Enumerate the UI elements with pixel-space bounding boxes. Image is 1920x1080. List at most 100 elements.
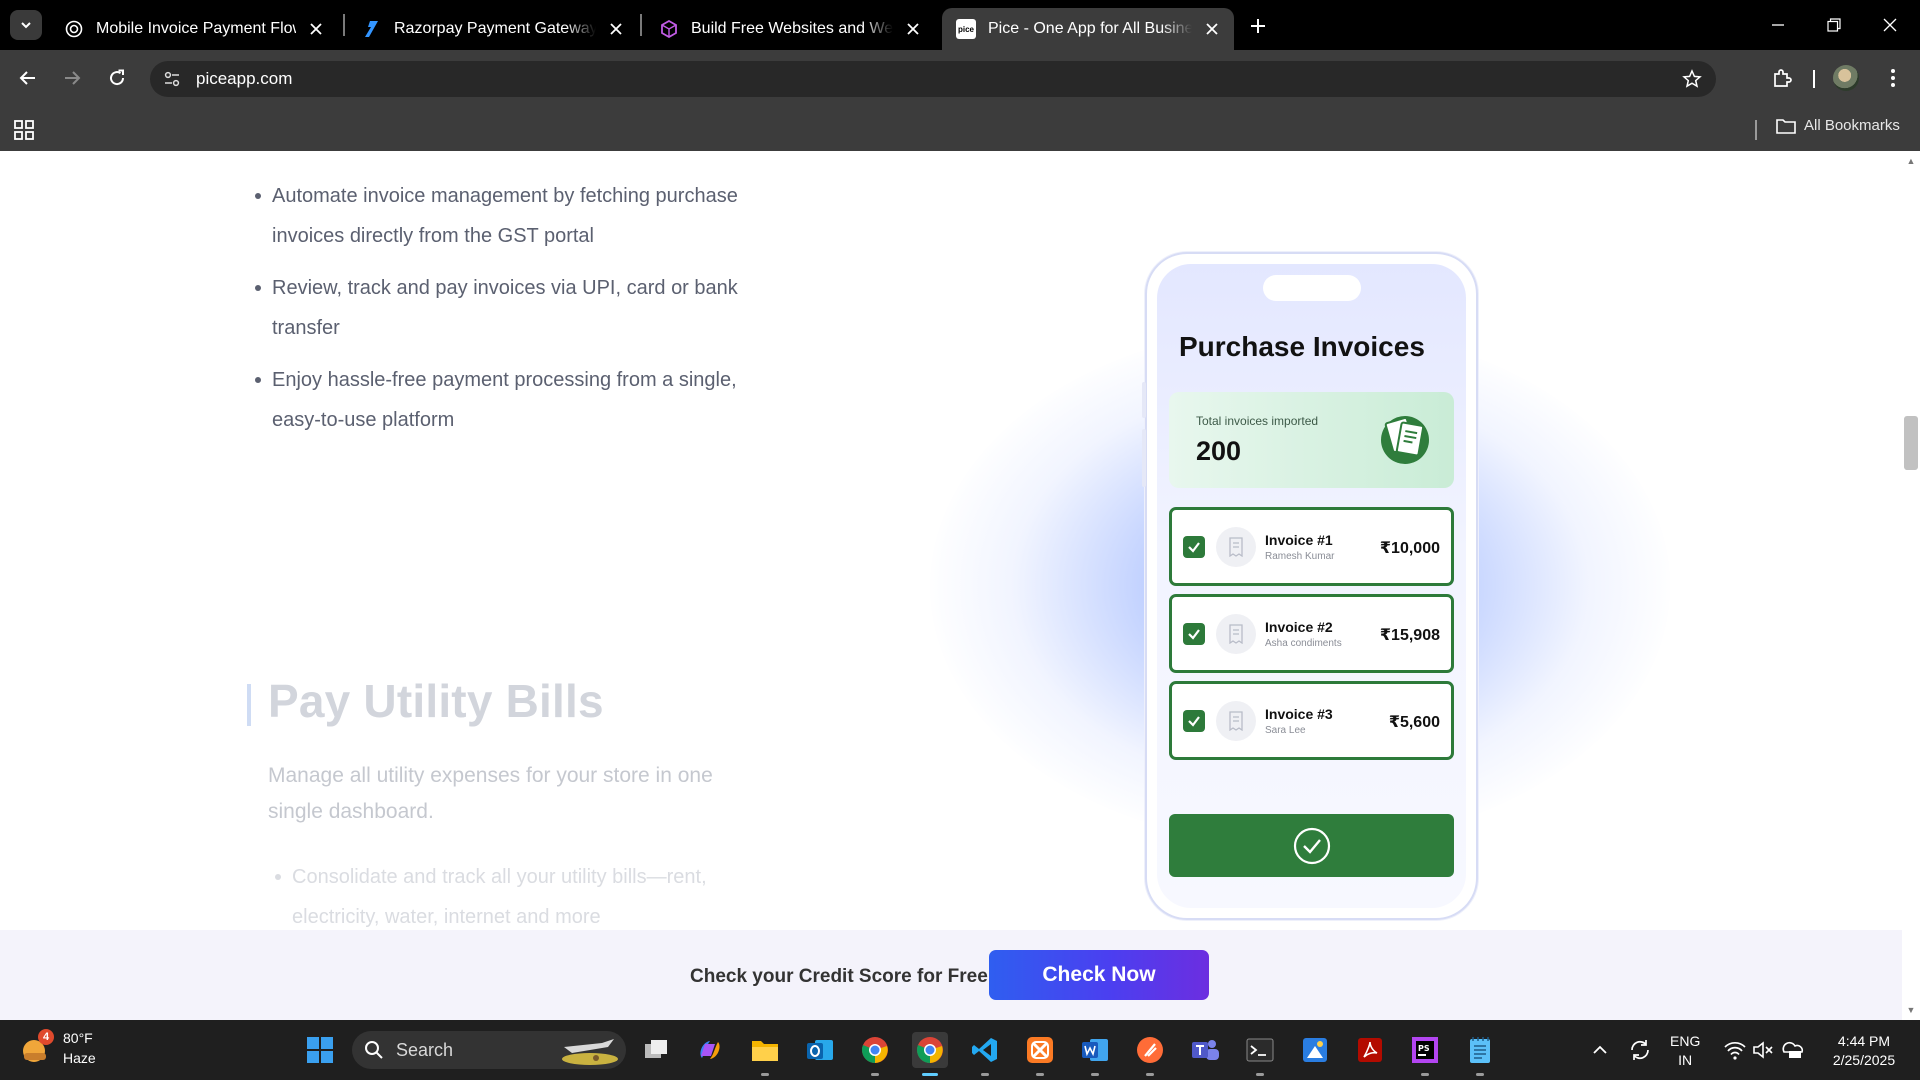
tab-mobile-invoice[interactable]: Mobile Invoice Payment Flow xyxy=(50,8,338,50)
language-bottom: IN xyxy=(1678,1052,1693,1068)
language-top: ENG xyxy=(1670,1033,1701,1049)
checkbox-checked-icon[interactable] xyxy=(1183,710,1205,732)
invoice-card[interactable]: Invoice #3 Sara Lee ₹5,600 xyxy=(1169,681,1454,760)
tab-build-websites[interactable]: Build Free Websites and Webapps xyxy=(645,8,935,50)
terminal-icon[interactable] xyxy=(1242,1032,1278,1076)
site-info-icon[interactable] xyxy=(162,69,182,89)
battery-icon[interactable] xyxy=(1775,1032,1811,1068)
purchase-invoices-title: Purchase Invoices xyxy=(1179,331,1425,362)
running-indicator xyxy=(1091,1073,1099,1076)
banner-text: Check your Credit Score for Free xyxy=(690,966,988,987)
chrome-icon[interactable] xyxy=(857,1032,893,1076)
invoice-name: Invoice #1 xyxy=(1265,532,1333,548)
xampp-icon[interactable] xyxy=(1022,1032,1058,1076)
paint-icon[interactable] xyxy=(1297,1032,1333,1068)
clock-date: 2/25/2025 xyxy=(1832,1052,1896,1068)
phone-screen: Purchase Invoices Total invoices importe… xyxy=(1157,264,1466,908)
postman-icon[interactable] xyxy=(1132,1032,1168,1076)
receipt-icon xyxy=(1216,614,1256,654)
bookmarks-divider xyxy=(1755,120,1757,140)
folder-icon xyxy=(1776,118,1796,134)
page-content: Automate invoice management by fetching … xyxy=(0,151,1920,1020)
weather-condition: Haze xyxy=(63,1050,96,1066)
invoice-card[interactable]: Invoice #1 Ramesh Kumar ₹10,000 xyxy=(1169,507,1454,586)
forward-button[interactable] xyxy=(56,62,88,94)
new-tab-button[interactable] xyxy=(1244,12,1272,40)
invoice-card[interactable]: Invoice #2 Asha condiments ₹15,908 xyxy=(1169,594,1454,673)
weather-widget[interactable]: 4 80°F Haze xyxy=(20,1028,96,1068)
checkbox-checked-icon[interactable] xyxy=(1183,536,1205,558)
restore-icon xyxy=(1827,18,1841,32)
profile-avatar[interactable] xyxy=(1833,65,1859,91)
minimize-button[interactable] xyxy=(1750,0,1806,50)
tab-razorpay[interactable]: Razorpay Payment Gateway Flow xyxy=(348,8,638,50)
invoice-name: Invoice #2 xyxy=(1265,619,1333,635)
address-bar[interactable]: piceapp.com xyxy=(150,61,1716,97)
phpstorm-icon[interactable]: PS xyxy=(1407,1032,1443,1076)
back-button[interactable] xyxy=(12,62,44,94)
feature-item: Automate invoice management by fetching … xyxy=(255,176,752,256)
running-indicator xyxy=(1146,1073,1154,1076)
running-indicator xyxy=(1421,1073,1429,1076)
invoice-party: Sara Lee xyxy=(1265,725,1306,736)
language-indicator[interactable]: ENG IN xyxy=(1670,1032,1700,1070)
screen: Mobile Invoice Payment Flow Razorpay Pay… xyxy=(0,0,1920,1080)
plus-icon xyxy=(1251,19,1265,33)
teams-icon[interactable] xyxy=(1187,1032,1223,1068)
word-icon[interactable] xyxy=(1077,1032,1113,1076)
scroll-up-icon[interactable]: ▲ xyxy=(1905,155,1917,167)
close-tab-icon[interactable] xyxy=(901,17,925,41)
acrobat-icon[interactable] xyxy=(1352,1032,1388,1068)
close-icon xyxy=(1883,18,1897,32)
tab-search-button[interactable] xyxy=(10,10,42,40)
section-accent-bar xyxy=(247,684,251,726)
clock[interactable]: 4:44 PM 2/25/2025 xyxy=(1816,1032,1912,1070)
chevron-down-icon xyxy=(21,22,31,29)
sync-icon[interactable] xyxy=(1622,1032,1658,1068)
start-icon[interactable] xyxy=(302,1032,338,1068)
bookmark-star-icon[interactable] xyxy=(1680,67,1704,91)
check-now-button[interactable]: Check Now xyxy=(989,950,1209,1000)
tab-pice[interactable]: pice Pice - One App for All Business xyxy=(942,8,1234,50)
chevron-up-icon[interactable] xyxy=(1582,1032,1618,1068)
tab-title: Mobile Invoice Payment Flow xyxy=(96,20,296,37)
outlook-icon[interactable] xyxy=(802,1032,838,1068)
reload-icon xyxy=(110,69,125,86)
extensions-button[interactable] xyxy=(1766,62,1798,94)
cube-icon xyxy=(659,19,679,39)
menu-button[interactable] xyxy=(1877,62,1909,94)
scroll-down-icon[interactable]: ▼ xyxy=(1905,1004,1917,1016)
all-bookmarks-button[interactable]: All Bookmarks xyxy=(1776,117,1900,134)
reload-button[interactable] xyxy=(101,62,133,94)
receipt-icon xyxy=(1216,701,1256,741)
close-tab-icon[interactable] xyxy=(1200,17,1224,41)
tab-title: Build Free Websites and Webapps xyxy=(691,20,893,37)
restore-button[interactable] xyxy=(1806,0,1862,50)
url-text: piceapp.com xyxy=(196,69,293,88)
phone-side-button xyxy=(1142,382,1146,418)
copilot-icon[interactable] xyxy=(692,1032,728,1068)
vscode-icon[interactable] xyxy=(967,1032,1003,1076)
notepad-icon[interactable] xyxy=(1462,1032,1498,1076)
apps-grid-icon[interactable] xyxy=(12,118,36,142)
file-explorer-icon[interactable] xyxy=(747,1032,783,1076)
chrome-icon[interactable] xyxy=(912,1032,948,1076)
page-scrollbar[interactable] xyxy=(1902,151,1920,1020)
taskbar-search[interactable]: Search xyxy=(352,1031,626,1069)
browser-toolbar: piceapp.com xyxy=(0,50,1920,107)
tab-separator xyxy=(343,14,345,36)
task-view-icon[interactable] xyxy=(638,1032,674,1068)
close-tab-icon[interactable] xyxy=(304,17,328,41)
checkbox-checked-icon[interactable] xyxy=(1183,623,1205,645)
scrollbar-thumb[interactable] xyxy=(1904,416,1918,470)
close-window-button[interactable] xyxy=(1862,0,1918,50)
running-indicator xyxy=(761,1073,769,1076)
phone-mockup: Purchase Invoices Total invoices importe… xyxy=(1142,252,1478,920)
razorpay-icon xyxy=(362,19,382,39)
invoice-name: Invoice #3 xyxy=(1265,706,1333,722)
confirm-payment-button[interactable] xyxy=(1169,814,1454,877)
running-indicator xyxy=(1476,1073,1484,1076)
tab-title: Razorpay Payment Gateway Flow xyxy=(394,20,596,37)
weather-badge: 4 xyxy=(38,1029,54,1045)
close-tab-icon[interactable] xyxy=(604,17,628,41)
